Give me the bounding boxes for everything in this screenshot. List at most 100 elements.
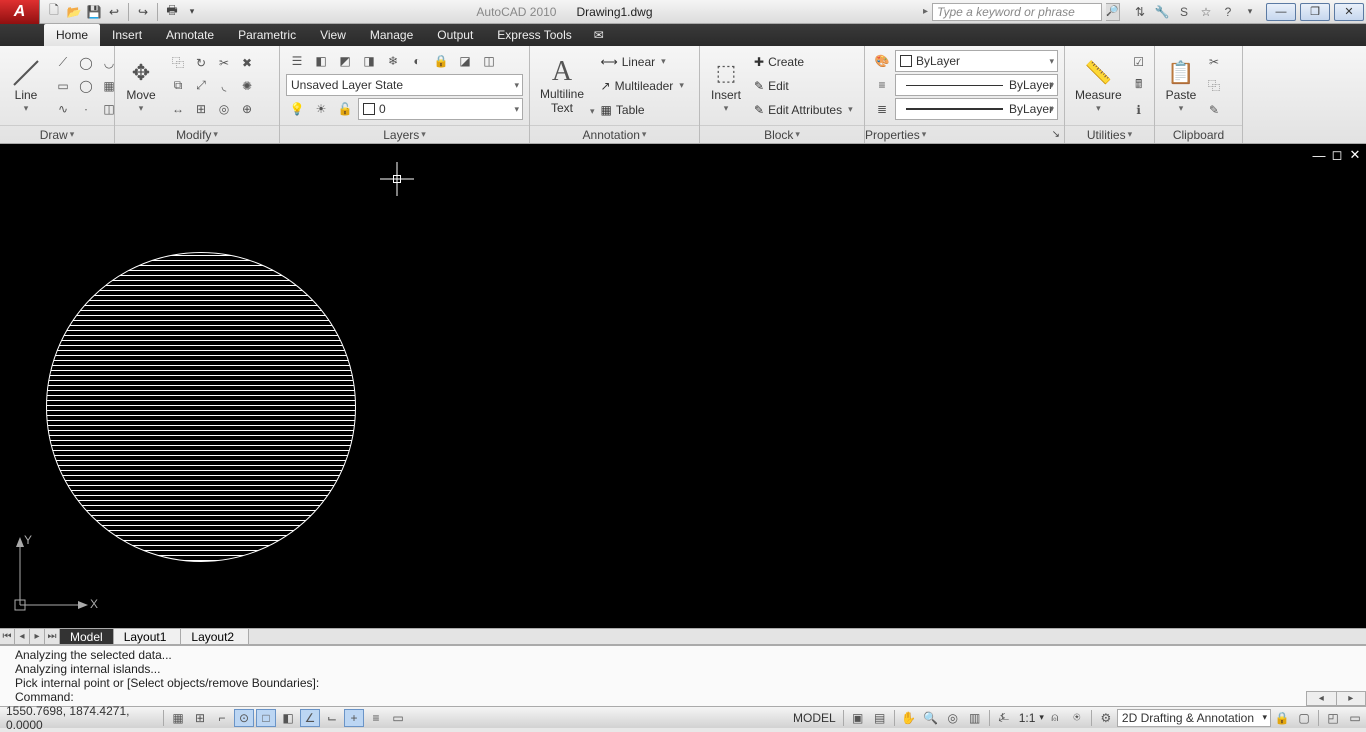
dialog-launcher-icon[interactable]: ↘ [1052,129,1060,140]
vp-maximize-icon[interactable]: ◻ [1330,148,1344,162]
edit-attr-button[interactable]: ✎Edit Attributes▾ [754,99,853,121]
command-prompt[interactable]: Command: [15,690,1351,704]
panel-title-block[interactable]: Block▾ [700,125,864,143]
vp-close-icon[interactable]: ✕ [1348,148,1362,162]
array-icon[interactable]: ⊞ [190,98,212,120]
scroll-left-icon[interactable]: ◂ [1307,692,1336,705]
layout-last-icon[interactable]: ⏭ [45,629,60,644]
cut-icon[interactable]: ✂ [1203,51,1225,73]
osnap-toggle[interactable]: □ [256,709,276,727]
quickview-layouts-icon[interactable]: ▣ [848,709,868,727]
layout-tab-layout1[interactable]: Layout1 [114,629,182,644]
otrack-toggle[interactable]: ∠ [300,709,320,727]
vp-minimize-icon[interactable]: — [1312,148,1326,162]
multileader-button[interactable]: ↗Multileader▾ [601,75,684,97]
print-icon[interactable]: 🖶 [164,4,180,20]
rectangle-icon[interactable]: ▭ [52,75,74,97]
hardware-accel-icon[interactable]: ▢ [1294,709,1314,727]
linetype-icon[interactable]: ≡ [871,74,893,96]
mtext-button[interactable]: A Multiline Text [534,54,590,116]
undo-icon[interactable]: ↩ [106,4,122,20]
qp-toggle[interactable]: ▭ [388,709,408,727]
quickview-drawings-icon[interactable]: ▤ [870,709,890,727]
favorites-icon[interactable]: ☆ [1198,4,1214,20]
layer-prev-icon[interactable]: ◩ [334,50,356,72]
rotate-icon[interactable]: ↻ [190,52,212,74]
zoom-icon[interactable]: 🔍 [921,709,941,727]
annoscale-icon[interactable]: ⍼ [994,709,1014,727]
scale-icon[interactable]: ⤢ [190,75,212,97]
tab-view[interactable]: View [308,24,358,46]
color-dropdown[interactable]: ByLayer▾ [895,50,1058,72]
layout-next-icon[interactable]: ▸ [30,629,45,644]
layer-off-icon[interactable]: ◐ [406,50,428,72]
clean-screen-icon[interactable]: ▭ [1345,709,1365,727]
erase-icon[interactable]: ✖ [236,52,258,74]
tab-express-tools[interactable]: Express Tools [485,24,583,46]
3dosnap-toggle[interactable]: ◧ [278,709,298,727]
tab-annotate[interactable]: Annotate [154,24,226,46]
table-button[interactable]: ▦Table [601,99,684,121]
panel-title-layers[interactable]: Layers▾ [280,125,529,143]
panel-title-annotation[interactable]: Annotation▾ [530,125,699,143]
spline-icon[interactable]: ∿ [52,98,74,120]
steering-wheel-icon[interactable]: ◎ [943,709,963,727]
select-icon[interactable]: ☑ [1128,51,1150,73]
pan-icon[interactable]: ✋ [899,709,919,727]
tab-home[interactable]: Home [44,24,100,46]
snap-toggle[interactable]: ▦ [168,709,188,727]
anno-scale-value[interactable]: 1:1 [1015,711,1040,725]
join-icon[interactable]: ⊕ [236,98,258,120]
help-icon[interactable]: ? [1220,4,1236,20]
minimize-button[interactable]: — [1266,3,1296,21]
color-wheel-icon[interactable]: 🎨 [871,50,893,72]
tab-manage[interactable]: Manage [358,24,425,46]
hatched-circle-object[interactable] [46,252,356,562]
lineweight-icon[interactable]: ≣ [871,98,893,120]
quickcalc-icon[interactable]: 🖩 [1128,75,1150,97]
annoauto-icon[interactable]: ⍟ [1067,709,1087,727]
qat-more-icon[interactable]: ▾ [184,4,200,20]
panel-title-modify[interactable]: Modify▾ [115,125,279,143]
copy-icon[interactable]: ⿻ [167,52,189,74]
comm-center-icon[interactable]: ⇅ [1132,4,1148,20]
search-dropdown-icon[interactable]: 🔎 [1106,3,1120,21]
linear-dim-button[interactable]: ⟷Linear▾ [601,51,684,73]
explode-icon[interactable]: ✺ [236,75,258,97]
circle-icon[interactable]: ◯ [75,52,97,74]
insert-button[interactable]: ⬚ Insert ▾ [704,55,748,115]
tab-output[interactable]: Output [425,24,485,46]
paste-button[interactable]: 📋 Paste ▾ [1159,55,1203,115]
annovis-icon[interactable]: ⍝ [1045,709,1065,727]
line-button[interactable]: Line ▾ [4,55,48,115]
trim-icon[interactable]: ✂ [213,52,235,74]
chevron-down-icon[interactable]: ▾ [1039,712,1044,723]
grid-toggle[interactable]: ⊞ [190,709,210,727]
panel-title-properties[interactable]: Properties▾↘ [865,125,1064,143]
layer-make-icon[interactable]: ◪ [454,50,476,72]
layer-freeze-icon[interactable]: ❄ [382,50,404,72]
isolate-icon[interactable]: ◰ [1323,709,1343,727]
lock-ui-icon[interactable]: 🔒 [1272,709,1292,727]
lineweight-dropdown[interactable]: ByLayer▾ [895,98,1058,120]
close-button[interactable]: ✕ [1334,3,1364,21]
id-icon[interactable]: ℹ [1128,99,1150,121]
match-icon[interactable]: ✎ [1203,99,1225,121]
ducs-toggle[interactable]: ⌙ [322,709,342,727]
help-dropdown-icon[interactable]: ▾ [1242,4,1258,20]
command-scrollbar[interactable]: ◂▸ [1306,691,1366,706]
ellipse-icon[interactable]: ◯ [75,75,97,97]
layout-tab-layout2[interactable]: Layout2 [181,629,249,644]
lwt-toggle[interactable]: ≡ [366,709,386,727]
layer-state-dropdown[interactable]: Unsaved Layer State▾ [286,74,523,96]
measure-button[interactable]: 📏 Measure ▾ [1069,55,1128,115]
layout-tab-model[interactable]: Model [60,629,114,644]
sub-icon[interactable]: S [1176,4,1192,20]
layer-iso-icon[interactable]: ◨ [358,50,380,72]
polar-toggle[interactable]: ⊙ [234,709,254,727]
open-icon[interactable]: 📂 [66,4,82,20]
stretch-icon[interactable]: ↔ [167,98,189,120]
workspace-dropdown[interactable]: 2D Drafting & Annotation▾ [1117,709,1271,727]
mirror-icon[interactable]: ⧉ [167,75,189,97]
maximize-button[interactable]: ❐ [1300,3,1330,21]
